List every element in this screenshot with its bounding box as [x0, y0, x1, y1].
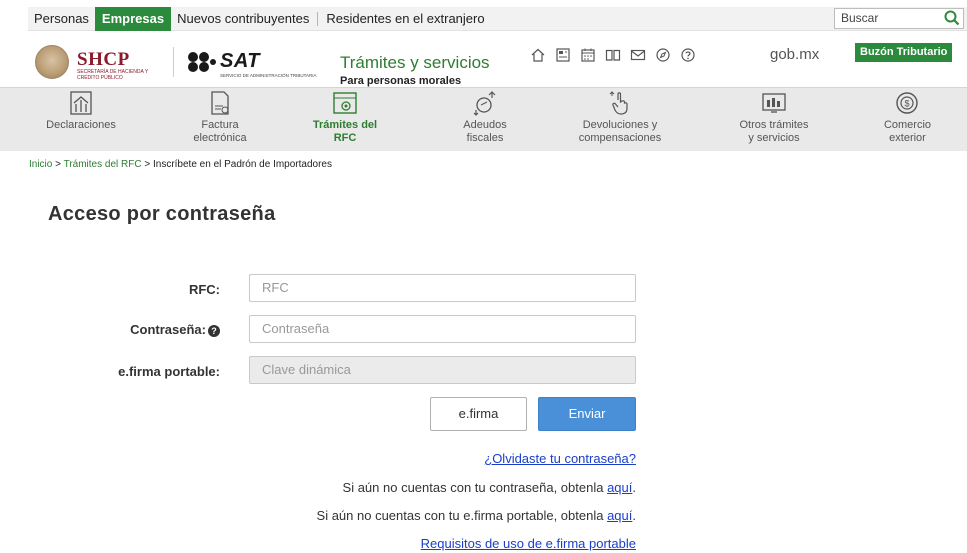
obtain-password-link[interactable]: aquí	[607, 480, 632, 495]
help-circle-icon[interactable]	[680, 47, 696, 63]
category-comercio-exterior[interactable]: $ Comercio exterior	[870, 88, 945, 152]
category-label: Otros trámites	[739, 119, 809, 131]
category-label: Devoluciones y	[582, 119, 658, 131]
no-efirma-row: Si aún no cuentas con tu e.firma portabl…	[317, 508, 636, 523]
efirma-button[interactable]: e.firma	[430, 397, 527, 431]
no-efirma-text: Si aún no cuentas con tu e.firma portabl…	[316, 508, 608, 523]
nav-residentes-extranjero[interactable]: Residentes en el extranjero	[320, 7, 490, 31]
shcp-logo-text[interactable]: SHCP	[77, 49, 130, 71]
category-label-2: fiscales	[466, 132, 504, 144]
category-label: Declaraciones	[46, 119, 116, 131]
category-otros-tramites[interactable]: Otros trámites y servicios	[728, 88, 820, 152]
book-icon[interactable]	[605, 47, 621, 63]
category-label-2: compensaciones	[578, 132, 662, 144]
category-factura-electronica[interactable]: Factura electrónica	[185, 88, 255, 152]
top-bar-inner: Personas Empresas Nuevos contribuyentes …	[28, 7, 967, 31]
password-label: Contraseña:	[130, 322, 206, 337]
breadcrumb-separator: >	[55, 159, 61, 170]
calculator-icon[interactable]	[555, 47, 571, 63]
category-devoluciones[interactable]: Devoluciones y compensaciones	[565, 88, 675, 152]
enviar-button[interactable]: Enviar	[538, 397, 636, 431]
compass-icon[interactable]	[655, 47, 671, 63]
breadcrumb-separator: >	[144, 159, 151, 170]
help-icon[interactable]: ?	[208, 325, 220, 337]
factura-icon	[211, 91, 229, 115]
home-icon[interactable]	[530, 47, 546, 63]
section-title: Trámites y servicios	[340, 53, 490, 72]
header-icon-toolbar	[530, 47, 696, 63]
category-label-2: y servicios	[748, 132, 800, 144]
nav-divider	[317, 12, 319, 26]
sat-logo-text[interactable]: SAT	[220, 50, 260, 73]
category-label: Adeudos	[463, 119, 507, 131]
rfc-icon	[333, 92, 357, 114]
sat-logo-mark[interactable]	[187, 51, 217, 73]
period: .	[632, 480, 636, 495]
svg-text:$: $	[904, 99, 909, 109]
calendar-icon[interactable]	[580, 47, 596, 63]
gobmx-link[interactable]: gob.mx	[770, 46, 819, 63]
rfc-input[interactable]: RFC	[249, 274, 636, 302]
category-nav: Declaraciones Factura electrónica Trámite…	[0, 87, 967, 151]
search-icon[interactable]	[943, 9, 961, 27]
shcp-logo-subtitle: SECRETARÍA DE HACIENDA Y CRÉDITO PÚBLICO	[77, 69, 149, 81]
password-input[interactable]: Contraseña	[249, 315, 636, 343]
mail-icon[interactable]	[630, 47, 646, 63]
breadcrumb-home[interactable]: Inicio	[29, 159, 52, 170]
header-logos: SHCP SECRETARÍA DE HACIENDA Y CRÉDITO PÚ…	[0, 33, 967, 87]
top-bar: Personas Empresas Nuevos contribuyentes …	[0, 0, 967, 33]
rfc-label: RFC:	[188, 282, 220, 297]
nav-personas[interactable]: Personas	[28, 7, 95, 31]
comercio-icon: $	[896, 92, 918, 114]
devoluciones-icon	[609, 91, 628, 115]
category-label: Trámites del	[312, 119, 378, 131]
category-label-2: exterior	[889, 132, 926, 144]
nav-nuevos-contribuyentes[interactable]: Nuevos contribuyentes	[171, 7, 315, 31]
no-password-row: Si aún no cuentas con tu contraseña, obt…	[343, 480, 636, 495]
shcp-seal-logo[interactable]	[35, 45, 69, 79]
audience-nav: Personas Empresas Nuevos contribuyentes …	[28, 7, 491, 31]
sat-logo-subtitle: SERVICIO DE ADMINISTRACIÓN TRIBUTARIA	[220, 73, 317, 78]
forgot-password-row: ¿Olvidaste tu contraseña?	[484, 451, 636, 466]
category-label-2: RFC	[333, 132, 357, 144]
otros-icon	[762, 93, 786, 113]
requisitos-row: Requisitos de uso de e.firma portable	[421, 536, 636, 551]
section-subtitle: Para personas morales	[340, 75, 462, 87]
category-tramites-rfc[interactable]: Trámites del RFC	[305, 88, 385, 152]
obtain-efirma-link[interactable]: aquí	[607, 508, 632, 523]
clave-dinamica-input[interactable]: Clave dinámica	[249, 356, 636, 384]
breadcrumb-tramites-rfc[interactable]: Trámites del RFC	[64, 159, 142, 170]
requisitos-efirma-link[interactable]: Requisitos de uso de e.firma portable	[421, 536, 636, 551]
category-label: Comercio	[883, 119, 932, 131]
page-title: Acceso por contraseña	[48, 203, 276, 225]
category-label-2: electrónica	[193, 132, 247, 144]
logo-divider	[173, 47, 174, 77]
category-declaraciones[interactable]: Declaraciones	[40, 88, 122, 152]
category-label: Factura	[201, 119, 239, 131]
category-adeudos-fiscales[interactable]: Adeudos fiscales	[445, 88, 525, 152]
buzon-tributario-button[interactable]: Buzón Tributario	[855, 43, 953, 62]
efirma-portable-label: e.firma portable:	[118, 364, 220, 379]
declaraciones-icon	[70, 91, 92, 115]
no-password-text: Si aún no cuentas con tu contraseña, obt…	[342, 480, 608, 495]
breadcrumb: Inicio > Trámites del RFC > Inscríbete e…	[29, 159, 332, 170]
breadcrumb-current: Inscríbete en el Padrón de Importadores	[152, 159, 332, 170]
adeudos-icon	[473, 91, 496, 116]
period: .	[632, 508, 636, 523]
forgot-password-link[interactable]: ¿Olvidaste tu contraseña?	[484, 451, 636, 466]
nav-empresas[interactable]: Empresas	[94, 7, 172, 31]
password-label-row: Contraseña:?	[130, 322, 220, 337]
